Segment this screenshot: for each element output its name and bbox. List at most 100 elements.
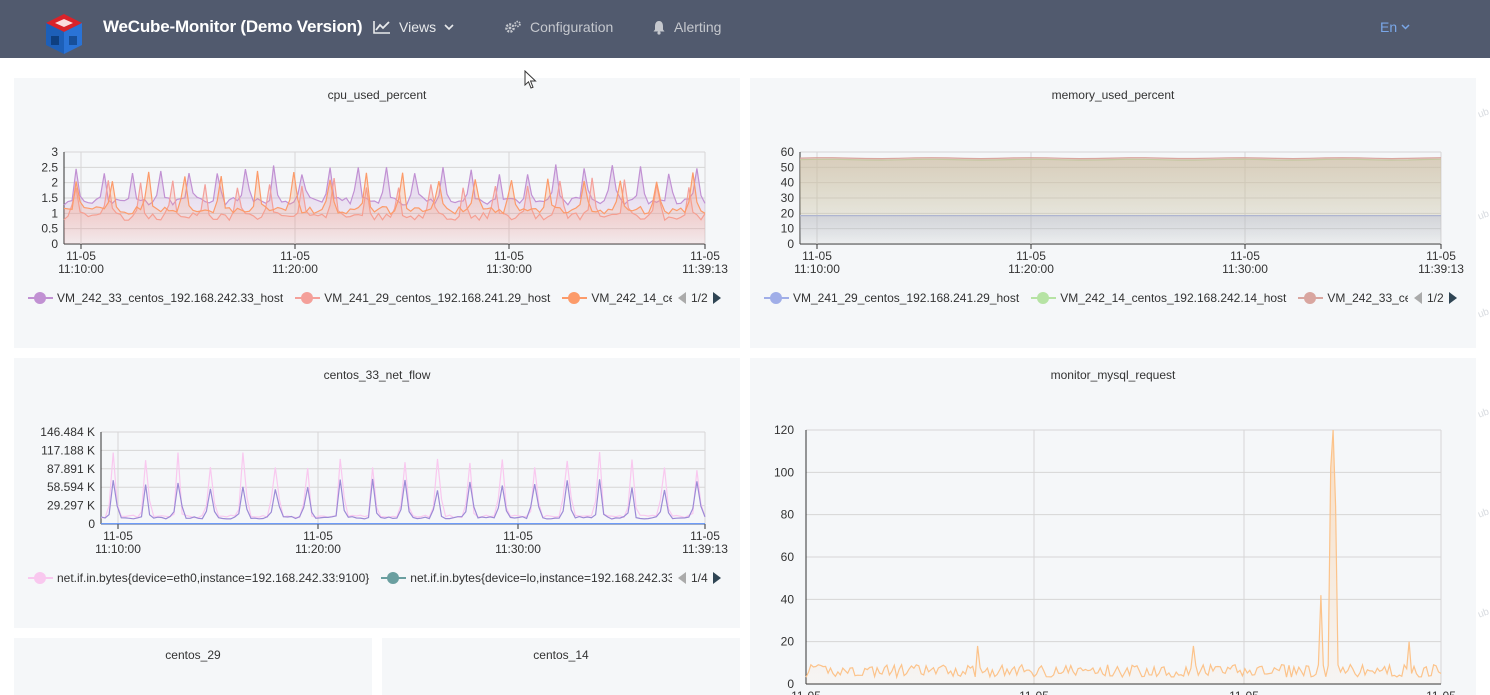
y-tick-label: 58.594 K xyxy=(47,480,95,494)
x-tick-label: 11:30:00 xyxy=(495,542,541,556)
chart-line-icon xyxy=(373,21,390,34)
watermark: ub xyxy=(1476,406,1490,421)
x-tick-label: 11:20:00 xyxy=(295,542,341,556)
legend-item[interactable]: VM_242_14_centos_192.168.242.14_host xyxy=(562,291,672,305)
x-tick-label: 11-05 xyxy=(1019,689,1049,695)
legend-prev-icon[interactable] xyxy=(678,572,686,584)
legend-next-icon[interactable] xyxy=(712,292,721,304)
app-title: WeCube-Monitor (Demo Version) xyxy=(103,17,363,36)
legend-item[interactable]: net.if.in.bytes{device=eth0,instance=192… xyxy=(28,571,369,585)
nav-alerting[interactable]: Alerting xyxy=(652,19,721,35)
y-tick-label: 0 xyxy=(88,517,95,531)
panel-cpu-used-percent: cpu_used_percent 0 0.5 1 1.5 2 2.5 3 11-05 11:10… xyxy=(14,78,740,348)
y-tick-label: 100 xyxy=(774,465,794,479)
legend-prev-icon[interactable] xyxy=(1414,292,1422,304)
y-tick-label: 87.891 K xyxy=(47,462,95,476)
chevron-down-icon xyxy=(444,23,454,30)
y-tick-label: 2 xyxy=(51,176,58,190)
x-tick-label: 11-05 xyxy=(690,249,720,263)
x-tick-label: 11-05 xyxy=(791,689,821,695)
x-tick-label: 11-05 xyxy=(1016,249,1046,263)
legend-item[interactable]: net.if.in.bytes{device=lo,instance=192.1… xyxy=(381,571,672,585)
wecube-logo-icon xyxy=(46,14,82,54)
x-tick-label: 11:39:13 xyxy=(1418,262,1464,276)
x-tick-label: 11-05 xyxy=(1229,689,1259,695)
y-tick-label: 3 xyxy=(51,145,58,159)
y-tick-label: 2.5 xyxy=(41,160,58,174)
x-tick-label: 11-05 xyxy=(690,529,720,543)
x-tick-label: 11-05 xyxy=(103,529,133,543)
chevron-down-icon xyxy=(1401,24,1410,30)
y-tick-label: 50 xyxy=(781,160,795,174)
legend-item[interactable]: VM_242_33_centos_192.168.242.33_host xyxy=(28,291,283,305)
series-line xyxy=(101,452,706,519)
nav-configuration-label: Configuration xyxy=(530,19,614,35)
x-tick-label: 11:30:00 xyxy=(486,262,532,276)
y-tick-label: 60 xyxy=(781,550,795,564)
y-tick-label: 60 xyxy=(781,145,795,159)
panel-centos-14: centos_14 xyxy=(382,638,740,695)
legend-pager: 1/2 xyxy=(1414,291,1457,305)
x-tick-label: 11:39:13 xyxy=(682,262,728,276)
legend-pager: 1/4 xyxy=(678,571,721,585)
panel-memory-used-percent: memory_used_percent 0 10 20 30 40 50 60 11-05 11… xyxy=(750,78,1476,348)
y-tick-label: 0 xyxy=(787,237,794,251)
panel-monitor-mysql-request: monitor_mysql_request 02040608010012011-… xyxy=(750,358,1476,695)
gears-icon xyxy=(505,20,521,33)
nav-configuration[interactable]: Configuration xyxy=(504,19,613,35)
x-tick-label: 11-05 xyxy=(494,249,524,263)
y-tick-label: 120 xyxy=(774,423,794,437)
series-area xyxy=(800,157,1441,244)
y-tick-label: 1 xyxy=(51,206,58,220)
legend-item[interactable]: VM_241_29_centos_192.168.241.29_host xyxy=(764,291,1019,305)
language-label: En xyxy=(1380,19,1398,35)
legend-next-icon[interactable] xyxy=(1448,292,1457,304)
x-tick-label: 11:10:00 xyxy=(794,262,840,276)
watermark: ub xyxy=(1476,106,1490,121)
language-selector[interactable]: En xyxy=(1380,19,1410,35)
x-tick-label: 11:30:00 xyxy=(1222,262,1268,276)
y-tick-label: 40 xyxy=(781,176,795,190)
watermark: ub xyxy=(1476,606,1490,621)
panel-centos-33-net-flow: centos_33_net_flow 0 29.297 K 58.594 K 87.8… xyxy=(14,358,740,628)
bell-icon xyxy=(653,20,665,35)
y-tick-label: 1.5 xyxy=(41,191,58,205)
chart-legend: VM_242_33_centos_192.168.242.33_host VM_… xyxy=(28,291,721,305)
mysql-request-chart[interactable]: 02040608010012011-0511-0511-0511-05 xyxy=(750,358,1476,695)
legend-item[interactable]: VM_242_14_centos_192.168.242.14_host xyxy=(1031,291,1286,305)
top-navigation-bar: WeCube-Monitor (Demo Version) Views Conf… xyxy=(0,0,1490,58)
watermark: ub xyxy=(1476,306,1490,321)
panel-centos-29: centos_29 xyxy=(14,638,372,695)
legend-next-icon[interactable] xyxy=(712,572,721,584)
legend-pager: 1/2 xyxy=(678,291,721,305)
nav-views-label: Views xyxy=(399,19,437,35)
chart-legend: net.if.in.bytes{device=eth0,instance=192… xyxy=(28,571,721,585)
x-tick-label: 11-05 xyxy=(303,529,333,543)
x-tick-label: 11-05 xyxy=(66,249,96,263)
x-tick-label: 11-05 xyxy=(1426,689,1456,695)
panel-title: centos_14 xyxy=(533,648,589,662)
nav-alerting-label: Alerting xyxy=(674,19,722,35)
mouse-cursor-icon xyxy=(524,70,537,89)
legend-item[interactable]: VM_242_33_centos_192.168.242.33_host xyxy=(1298,291,1408,305)
legend-prev-icon[interactable] xyxy=(678,292,686,304)
panel-title: centos_29 xyxy=(165,648,221,662)
x-tick-label: 11-05 xyxy=(802,249,832,263)
x-tick-label: 11-05 xyxy=(280,249,310,263)
x-tick-label: 11:10:00 xyxy=(95,542,141,556)
nav-views[interactable]: Views xyxy=(373,19,454,35)
y-tick-label: 29.297 K xyxy=(47,499,95,513)
watermark: ub xyxy=(1476,506,1490,521)
memory-chart[interactable]: 010203040506011-0511:10:0011-0511:20:001… xyxy=(750,78,1476,348)
series-line xyxy=(805,429,1442,680)
x-tick-label: 11-05 xyxy=(1426,249,1456,263)
y-tick-label: 0.5 xyxy=(41,222,58,236)
y-tick-label: 0 xyxy=(51,237,58,251)
y-tick-label: 20 xyxy=(781,635,795,649)
chart-legend: VM_241_29_centos_192.168.241.29_host VM_… xyxy=(764,291,1457,305)
y-tick-label: 80 xyxy=(781,508,795,522)
y-tick-label: 10 xyxy=(781,222,795,236)
legend-item[interactable]: VM_241_29_centos_192.168.241.29_host xyxy=(295,291,550,305)
net-flow-chart[interactable]: 0 29.297 K 58.594 K 87.891 K 117.188 K 146.48… xyxy=(14,358,740,628)
cpu-chart[interactable]: 00.511.522.5311-0511:10:0011-0511:20:001… xyxy=(14,78,740,348)
